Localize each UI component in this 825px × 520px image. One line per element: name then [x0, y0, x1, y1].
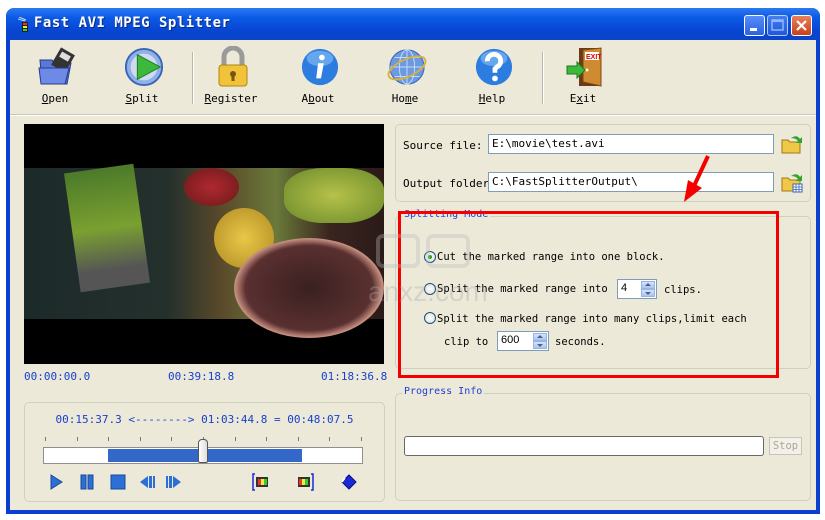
mark-out-icon[interactable] [296, 473, 314, 491]
browse-output-button[interactable] [781, 171, 803, 193]
go-to-mark-icon[interactable] [340, 473, 358, 491]
video-content-boat [63, 163, 151, 293]
timeline-tick [234, 437, 236, 441]
help-label: Help [478, 92, 506, 105]
progress-info-title: Progress Info [402, 386, 485, 397]
mark-in-icon[interactable] [252, 473, 270, 491]
pause-icon[interactable] [78, 473, 96, 491]
close-icon [796, 20, 807, 31]
range-readout: 00:15:37.3 <--------> 01:03:44.8 = 00:48… [55, 413, 354, 426]
help-button[interactable]: Help [457, 44, 527, 110]
progress-bar [404, 436, 764, 456]
play-circle-icon [124, 47, 164, 87]
exit-label: Exit [569, 92, 597, 105]
timeline-tick [45, 437, 46, 441]
svg-text:anxz.com: anxz.com [368, 276, 488, 306]
about-button[interactable]: About [283, 44, 353, 110]
info-icon [301, 48, 339, 86]
timeline-tick [329, 437, 331, 441]
open-label: Open [41, 92, 69, 105]
timeline-tick [76, 437, 78, 441]
source-file-label: Source file: [403, 139, 483, 152]
timeline-tick [171, 437, 173, 441]
time-start: 00:00:00.0 [24, 370, 91, 383]
timeline-tick [108, 437, 110, 441]
minimize-icon [750, 28, 757, 31]
svg-text:EXIT: EXIT [586, 54, 602, 61]
annotation-arrow-icon [684, 155, 710, 202]
step-forward-icon[interactable] [165, 473, 183, 491]
timeline-thumb[interactable] [198, 439, 208, 463]
timeline-tick [297, 437, 299, 441]
maximize-button[interactable] [767, 15, 788, 36]
file-settings-group: Source file: E:\movie\test.avi Output fo… [395, 124, 811, 202]
output-folder-label: Output folder: [403, 177, 496, 190]
timeline-tick [266, 437, 268, 441]
help-icon [475, 48, 513, 86]
exit-button[interactable]: EXIT Exit [548, 44, 618, 110]
home-label: Home [391, 92, 419, 105]
toolbar-divider [10, 114, 816, 116]
toolbar-separator [192, 52, 194, 104]
toolbar-separator [542, 52, 544, 104]
open-button[interactable]: Open [20, 44, 90, 110]
globe-icon [387, 49, 427, 85]
minimize-button[interactable] [744, 15, 765, 36]
window-title: Fast AVI MPEG Splitter [34, 15, 231, 31]
split-label: Split [125, 92, 159, 105]
toolbar: Open Split Register About Home Help EXIT… [10, 40, 816, 112]
about-label: About [301, 92, 335, 105]
maximize-icon [771, 19, 784, 31]
video-frame [24, 163, 384, 338]
video-preview [24, 124, 384, 364]
split-button[interactable]: Split [107, 44, 177, 110]
register-button[interactable]: Register [196, 44, 266, 110]
timeline-tick [139, 437, 141, 441]
time-middle: 00:39:18.8 [168, 370, 235, 383]
browse-source-button[interactable] [781, 133, 803, 155]
home-button[interactable]: Home [370, 44, 440, 110]
title-bar[interactable]: Fast AVI MPEG Splitter [6, 8, 820, 40]
time-end: 01:18:36.8 [321, 370, 388, 383]
video-content-greens [284, 168, 384, 223]
padlock-icon [218, 46, 248, 87]
stop-icon[interactable] [109, 473, 127, 491]
register-label: Register [204, 92, 258, 105]
stop-button[interactable]: Stop [769, 437, 802, 455]
watermark-logo: anxz.com [368, 234, 488, 306]
close-button[interactable] [791, 15, 812, 36]
source-file-input[interactable]: E:\movie\test.avi [488, 134, 774, 154]
timeline-tick [361, 437, 362, 441]
play-icon[interactable] [47, 473, 65, 491]
video-content-lychee [184, 168, 239, 206]
video-content-basket [234, 238, 384, 338]
folder-film-icon [38, 47, 75, 85]
progress-info-group: Progress Info Stop [395, 386, 811, 501]
step-back-icon[interactable] [138, 473, 156, 491]
player-controls-group: 00:15:37.3 <--------> 01:03:44.8 = 00:48… [24, 402, 385, 502]
app-icon [18, 17, 28, 32]
exit-door-icon: EXIT [566, 47, 602, 87]
output-folder-input[interactable]: C:\FastSplitterOutput\ [488, 172, 774, 192]
